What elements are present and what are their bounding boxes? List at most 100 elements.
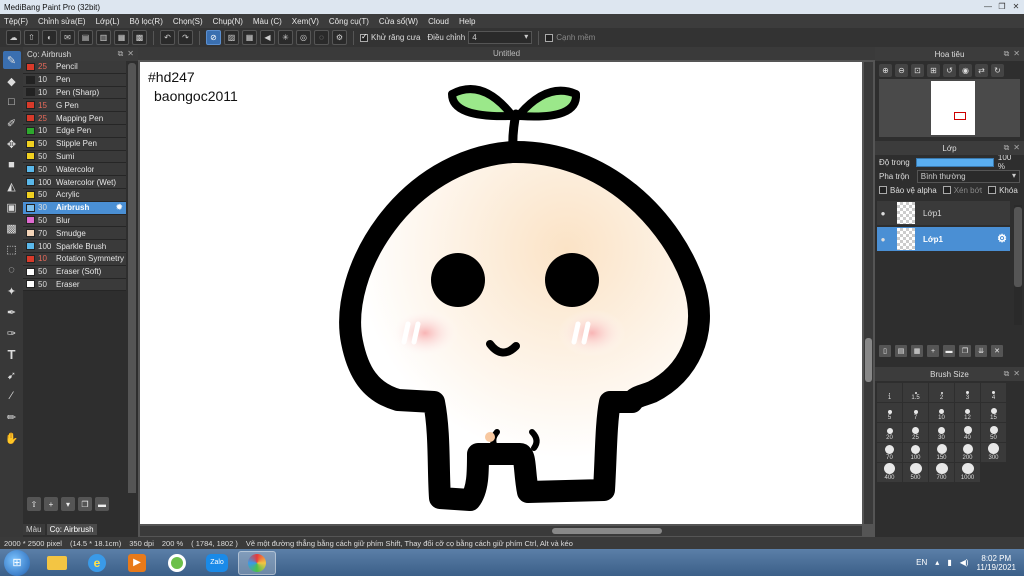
zalo-icon[interactable]: Zalo (198, 551, 236, 575)
zoom-in-icon[interactable]: ⊕ (879, 63, 892, 77)
brush-item[interactable]: 70 Smudge (23, 227, 126, 241)
pen-tool-icon[interactable]: ✐ (3, 114, 21, 132)
select-pen-tool-icon[interactable]: ✒ (3, 303, 21, 321)
new-halftone-layer-icon[interactable]: ▤ (895, 345, 907, 357)
dot-tool-icon[interactable]: □ (3, 93, 21, 111)
brush-list-scrollbar[interactable] (128, 63, 136, 538)
delete-layer-icon[interactable]: ✕ (991, 345, 1003, 357)
brush-tool-icon[interactable]: ✎ (2, 51, 21, 69)
new-layer-icon[interactable]: ▯ (879, 345, 891, 357)
bucket-tool-icon[interactable]: ◭ (3, 177, 21, 195)
brush-item[interactable]: 100 Sparkle Brush (23, 240, 126, 253)
navigator-thumbnail[interactable] (879, 79, 1020, 137)
brush-item[interactable]: 15 G Pen (23, 99, 126, 113)
volume-icon[interactable]: ◀) (960, 558, 969, 567)
tab-brush[interactable]: Cọ: Airbrush (46, 524, 97, 535)
brush-size-cell[interactable]: 1.5 (903, 383, 928, 402)
protect-alpha-checkbox[interactable]: Bảo vệ alpha (879, 186, 937, 195)
brush-settings-icon[interactable]: ✹ (115, 202, 123, 213)
menu-layer[interactable]: Lớp(L) (96, 17, 120, 26)
save-icon[interactable]: ▦ (114, 30, 129, 45)
close-panel-icon[interactable]: ✕ (1013, 143, 1020, 153)
popout-icon[interactable]: ⧉ (1004, 49, 1010, 59)
brush-item[interactable]: 25 Pencil (23, 61, 126, 74)
brush-item[interactable]: 10 Pen (23, 73, 126, 87)
grid-icon[interactable]: ▩ (132, 30, 147, 45)
redo-icon[interactable]: ↷ (178, 30, 193, 45)
brush-copy-icon[interactable]: ❐ (78, 497, 92, 511)
brush-size-cell[interactable]: 20 (877, 423, 902, 442)
minimize-button[interactable]: — (982, 1, 994, 12)
layer-item[interactable]: ● Lớp1 ⚙ (877, 227, 1010, 251)
brush-size-cell[interactable]: 25 (903, 423, 928, 442)
brush-folder-icon[interactable]: ▬ (95, 497, 109, 511)
brush-item[interactable]: 50 Acrylic (23, 188, 126, 202)
close-panel-icon[interactable]: ✕ (1013, 49, 1020, 59)
brush-item[interactable]: 100 Watercolor (Wet) (23, 176, 126, 189)
scroll-thumb[interactable] (128, 63, 136, 533)
maximize-button[interactable]: ❐ (996, 1, 1008, 12)
medibang-paint-icon[interactable] (238, 550, 276, 575)
brush-item[interactable]: 50 Eraser (23, 278, 126, 292)
soft-edge-checkbox[interactable]: Cạnh mềm (545, 33, 595, 42)
share-icon[interactable]: ◐ (42, 30, 57, 45)
layer-folder-icon[interactable]: ▬ (943, 345, 955, 357)
brush-item[interactable]: 10 Edge Pen (23, 124, 126, 138)
canvas-vertical-scrollbar[interactable] (864, 62, 873, 524)
brush-item[interactable]: 10 Pen (Sharp) (23, 86, 126, 100)
opacity-slider[interactable] (916, 157, 994, 167)
operation-tool-icon[interactable]: ➹ (3, 366, 21, 384)
scroll-thumb[interactable] (865, 338, 872, 382)
brush-size-cell[interactable]: 5 (877, 403, 902, 422)
close-panel-icon[interactable]: ✕ (127, 49, 134, 59)
fill-tool-icon[interactable]: ▩ (3, 219, 21, 237)
divide-tool-icon[interactable]: ⁄ (3, 387, 21, 405)
menu-color[interactable]: Màu (C) (253, 17, 282, 26)
menu-help[interactable]: Help (459, 17, 475, 26)
menu-window[interactable]: Cửa sổ(W) (379, 17, 418, 26)
brush-size-cell[interactable]: 300 (981, 443, 1006, 462)
close-button[interactable]: ✕ (1010, 1, 1022, 12)
gradient-tool-icon[interactable]: ▣ (3, 198, 21, 216)
tab-color[interactable]: Màu (23, 524, 45, 535)
radial-snap-icon[interactable]: ✳ (278, 30, 293, 45)
clock[interactable]: 8:02 PM 11/19/2021 (977, 554, 1016, 572)
brush-size-cell[interactable]: 40 (955, 423, 980, 442)
blend-select[interactable]: Bình thường (916, 169, 1020, 183)
network-icon[interactable]: ▮ (947, 558, 951, 567)
visibility-icon[interactable]: ● (877, 235, 889, 244)
brush-size-cell[interactable]: 12 (955, 403, 980, 422)
circle-snap-icon[interactable]: ◎ (296, 30, 311, 45)
internet-explorer-icon[interactable]: e (78, 551, 116, 575)
document-tab[interactable]: Untitled (138, 47, 875, 60)
menu-tools[interactable]: Công cụ(T) (329, 17, 369, 26)
brush-size-cell[interactable]: 700 (929, 463, 954, 482)
brush-item[interactable]: 50 Stipple Pen (23, 137, 126, 151)
layer-list-scrollbar[interactable] (1014, 205, 1022, 325)
reset-icon[interactable]: ◉ (959, 63, 972, 77)
tray-arrow-icon[interactable]: ▴ (935, 558, 939, 567)
canvas-horizontal-scrollbar[interactable] (140, 526, 862, 536)
cloud-icon[interactable]: ☁ (6, 30, 21, 45)
lock-checkbox[interactable]: Khóa (988, 186, 1018, 195)
layer-item[interactable]: ● Lớp1 (877, 201, 1010, 225)
text-tool-icon[interactable]: T (3, 345, 21, 363)
shape-tool-icon[interactable]: ■ (3, 156, 21, 174)
language-indicator[interactable]: EN (916, 558, 927, 567)
menu-cloud[interactable]: Cloud (428, 17, 449, 26)
undo-icon[interactable]: ↶ (160, 30, 175, 45)
menu-snap[interactable]: Chụp(N) (213, 17, 243, 26)
vanish-snap-icon[interactable]: ◀ (260, 30, 275, 45)
antialias-checkbox[interactable]: Khử răng cưa (360, 32, 420, 42)
media-player-icon[interactable]: ▶ (118, 551, 156, 575)
actual-size-icon[interactable]: ⊞ (927, 63, 940, 77)
menu-edit[interactable]: Chỉnh sửa(E) (38, 17, 86, 26)
select-eraser-tool-icon[interactable]: ✑ (3, 324, 21, 342)
windows-start-icon[interactable]: ⊞ (4, 549, 30, 576)
new-8bit-layer-icon[interactable]: ▦ (911, 345, 923, 357)
menu-select[interactable]: Chọn(S) (173, 17, 203, 26)
brush-item[interactable]: 25 Mapping Pen (23, 112, 126, 125)
scroll-thumb[interactable] (552, 528, 662, 534)
menu-filter[interactable]: Bộ lọc(R) (130, 17, 163, 26)
brush-size-cell[interactable]: 7 (903, 403, 928, 422)
